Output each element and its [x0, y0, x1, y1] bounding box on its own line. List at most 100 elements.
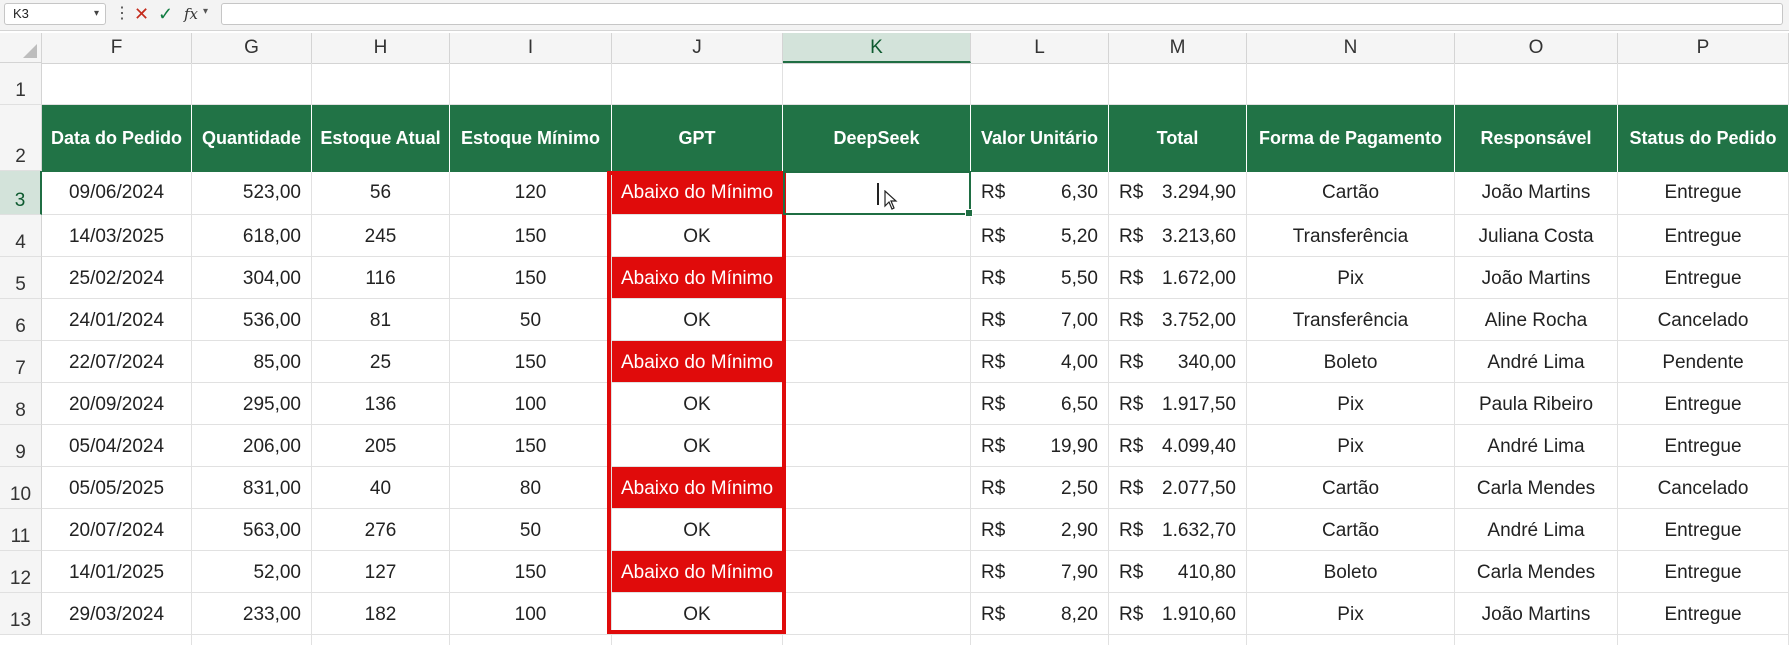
table-header-cell[interactable]: Total — [1109, 105, 1247, 172]
table-cell-total[interactable]: R$ 340,00 — [1109, 341, 1246, 382]
table-cell-gpt[interactable]: OK — [612, 299, 782, 340]
column-header-o[interactable]: O — [1455, 33, 1618, 63]
row-header-3[interactable]: 3 — [0, 171, 42, 215]
row-header-13[interactable]: 13 — [0, 593, 42, 635]
table-cell-data[interactable]: 29/03/2024 — [42, 593, 191, 634]
table-cell-qtd[interactable]: 618,00 — [192, 215, 311, 256]
table-cell-responsavel[interactable]: Paula Ribeiro — [1455, 383, 1617, 424]
table-cell-total[interactable]: R$ 1.672,00 — [1109, 257, 1246, 298]
table-cell-status[interactable]: Entregue — [1618, 215, 1788, 256]
table-cell-data[interactable]: 14/01/2025 — [42, 551, 191, 592]
table-cell-pagamento[interactable]: Cartão — [1247, 467, 1454, 508]
cancel-x-icon[interactable]: ✕ — [134, 2, 149, 26]
table-cell-responsavel[interactable]: Carla Mendes — [1455, 551, 1617, 592]
table-cell-gpt[interactable]: Abaixo do Mínimo — [612, 257, 782, 298]
table-cell-valor[interactable]: R$ 19,90 — [971, 425, 1108, 466]
table-cell-valor[interactable]: R$ 7,90 — [971, 551, 1108, 592]
table-cell-minimo[interactable]: 150 — [450, 425, 611, 466]
fill-handle[interactable] — [965, 209, 973, 217]
row-header-12[interactable]: 12 — [0, 551, 42, 593]
row-header-4[interactable]: 4 — [0, 215, 42, 257]
table-cell-minimo[interactable]: 80 — [450, 467, 611, 508]
table-cell-atual[interactable]: 25 — [312, 341, 449, 382]
table-cell-qtd[interactable]: 295,00 — [192, 383, 311, 424]
table-cell-qtd[interactable]: 206,00 — [192, 425, 311, 466]
select-all-button[interactable] — [0, 33, 42, 63]
table-cell-gpt[interactable]: OK — [612, 509, 782, 550]
table-cell-deepseek[interactable] — [783, 341, 970, 382]
table-cell-status[interactable]: Entregue — [1618, 593, 1788, 634]
table-cell-atual[interactable]: 56 — [312, 171, 449, 214]
table-cell-pagamento[interactable]: Transferência — [1247, 299, 1454, 340]
table-cell-atual[interactable]: 116 — [312, 257, 449, 298]
table-header-cell[interactable]: GPT — [612, 105, 783, 172]
fx-icon[interactable]: fx — [184, 4, 198, 24]
table-cell-valor[interactable]: R$ 4,00 — [971, 341, 1108, 382]
table-cell-gpt[interactable]: Abaixo do Mínimo — [612, 551, 782, 592]
table-cell-responsavel[interactable]: João Martins — [1455, 257, 1617, 298]
table-cell-responsavel[interactable]: André Lima — [1455, 425, 1617, 466]
table-cell-minimo[interactable]: 150 — [450, 257, 611, 298]
table-cell-responsavel[interactable]: João Martins — [1455, 171, 1617, 214]
name-box[interactable]: K3 ▾ — [4, 3, 106, 25]
table-cell-data[interactable]: 14/03/2025 — [42, 215, 191, 256]
table-cell-atual[interactable]: 40 — [312, 467, 449, 508]
table-cell-valor[interactable]: R$ 2,50 — [971, 467, 1108, 508]
table-cell-total[interactable]: R$ 1.910,60 — [1109, 593, 1246, 634]
checkmark-icon[interactable]: ✓ — [158, 2, 173, 26]
table-cell-responsavel[interactable]: João Martins — [1455, 593, 1617, 634]
table-cell-data[interactable]: 24/01/2024 — [42, 299, 191, 340]
table-cell-valor[interactable]: R$ 6,50 — [971, 383, 1108, 424]
table-cell-data[interactable]: 22/07/2024 — [42, 341, 191, 382]
table-cell-deepseek[interactable] — [783, 383, 970, 424]
row-header-6[interactable]: 6 — [0, 299, 42, 341]
table-cell-minimo[interactable]: 120 — [450, 171, 611, 214]
table-cell-total[interactable]: R$ 4.099,40 — [1109, 425, 1246, 466]
table-cell-minimo[interactable]: 150 — [450, 215, 611, 256]
table-cell-status[interactable]: Cancelado — [1618, 467, 1788, 508]
table-cell-status[interactable]: Entregue — [1618, 257, 1788, 298]
column-header-h[interactable]: H — [312, 33, 450, 63]
column-header-g[interactable]: G — [192, 33, 312, 63]
table-cell-responsavel[interactable]: Carla Mendes — [1455, 467, 1617, 508]
table-cell-atual[interactable]: 81 — [312, 299, 449, 340]
table-cell-valor[interactable]: R$ 7,00 — [971, 299, 1108, 340]
table-cell-responsavel[interactable]: Aline Rocha — [1455, 299, 1617, 340]
table-cell-minimo[interactable]: 100 — [450, 383, 611, 424]
table-cell-deepseek[interactable] — [783, 215, 970, 256]
table-cell-gpt[interactable]: OK — [612, 425, 782, 466]
table-cell-qtd[interactable]: 536,00 — [192, 299, 311, 340]
table-cell-valor[interactable]: R$ 8,20 — [971, 593, 1108, 634]
table-cell-pagamento[interactable]: Pix — [1247, 257, 1454, 298]
table-cell-deepseek[interactable] — [783, 551, 970, 592]
table-cell-pagamento[interactable]: Transferência — [1247, 215, 1454, 256]
table-cell-minimo[interactable]: 150 — [450, 341, 611, 382]
column-header-f[interactable]: F — [42, 33, 192, 63]
table-cell-status[interactable]: Entregue — [1618, 425, 1788, 466]
table-cell-pagamento[interactable]: Pix — [1247, 593, 1454, 634]
column-header-i[interactable]: I — [450, 33, 612, 63]
table-cell-status[interactable]: Entregue — [1618, 383, 1788, 424]
table-cell-status[interactable]: Cancelado — [1618, 299, 1788, 340]
table-cell-pagamento[interactable]: Boleto — [1247, 551, 1454, 592]
table-cell-pagamento[interactable]: Boleto — [1247, 341, 1454, 382]
table-cell-data[interactable]: 05/05/2025 — [42, 467, 191, 508]
table-cell-status[interactable]: Entregue — [1618, 509, 1788, 550]
table-header-cell[interactable]: Quantidade — [192, 105, 312, 172]
table-cell-deepseek[interactable] — [783, 509, 970, 550]
table-header-cell[interactable]: Forma de Pagamento — [1247, 105, 1455, 172]
table-cell-minimo[interactable]: 50 — [450, 509, 611, 550]
table-cell-atual[interactable]: 276 — [312, 509, 449, 550]
table-cell-deepseek[interactable] — [783, 467, 970, 508]
row-header-1[interactable]: 1 — [0, 63, 42, 105]
table-cell-qtd[interactable]: 831,00 — [192, 467, 311, 508]
row-header-2[interactable]: 2 — [0, 105, 42, 171]
table-cell-total[interactable]: R$ 3.752,00 — [1109, 299, 1246, 340]
row-header-7[interactable]: 7 — [0, 341, 42, 383]
formula-input[interactable] — [221, 3, 1783, 25]
table-cell-responsavel[interactable]: André Lima — [1455, 509, 1617, 550]
table-cell-minimo[interactable]: 50 — [450, 299, 611, 340]
table-cell-gpt[interactable]: OK — [612, 383, 782, 424]
table-cell-data[interactable]: 25/02/2024 — [42, 257, 191, 298]
table-cell-deepseek[interactable] — [783, 425, 970, 466]
